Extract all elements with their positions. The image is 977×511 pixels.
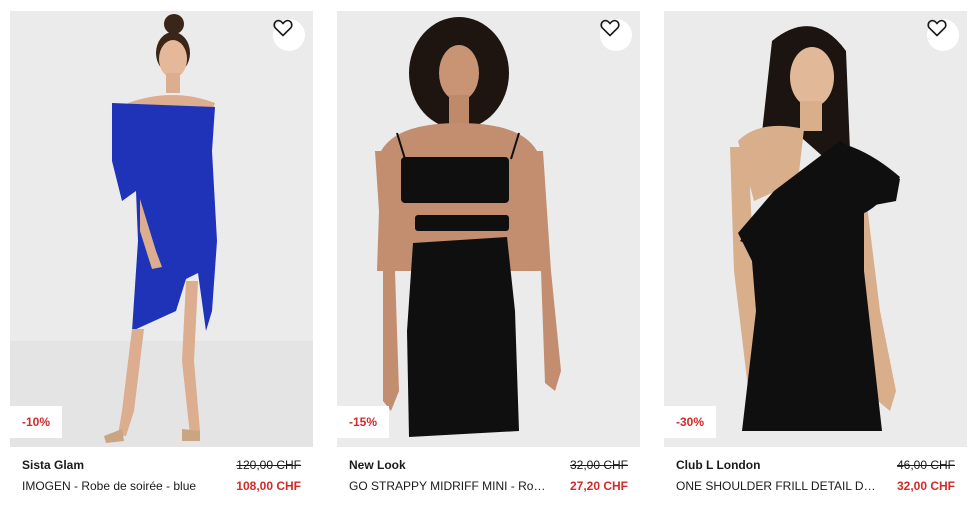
sale-price: 27,20 CHF: [569, 479, 628, 493]
wishlist-button[interactable]: [273, 19, 305, 51]
model-photo: [10, 11, 313, 447]
product-card[interactable]: -30% Club L London 46,00 CHF ONE SHOULDE…: [664, 11, 967, 506]
sale-price: 108,00 CHF: [236, 479, 301, 493]
model-photo: [337, 11, 640, 447]
brand-name[interactable]: Sista Glam: [22, 458, 84, 472]
product-name[interactable]: ONE SHOULDER FRILL DETAIL DRESS - Robe d…: [676, 479, 876, 493]
discount-badge: -10%: [10, 406, 63, 438]
brand-name[interactable]: New Look: [349, 458, 406, 472]
product-name[interactable]: GO STRAPPY MIDRIFF MINI - Robe de soirée…: [349, 479, 549, 493]
model-photo: [664, 11, 967, 447]
product-name[interactable]: IMOGEN - Robe de soirée - blue: [22, 479, 222, 493]
product-info: New Look 32,00 CHF GO STRAPPY MIDRIFF MI…: [349, 458, 628, 498]
product-image[interactable]: -30%: [664, 11, 967, 447]
product-info: Club L London 46,00 CHF ONE SHOULDER FRI…: [676, 458, 955, 498]
wishlist-button[interactable]: [600, 19, 632, 51]
wishlist-button[interactable]: [927, 19, 959, 51]
original-price: 32,00 CHF: [569, 458, 628, 472]
heart-icon: [600, 19, 620, 37]
heart-icon: [273, 19, 293, 37]
discount-badge: -30%: [664, 406, 717, 438]
product-card[interactable]: -15% New Look 32,00 CHF GO STRAPPY MIDRI…: [337, 11, 640, 506]
product-image[interactable]: -15%: [337, 11, 640, 447]
sale-price: 32,00 CHF: [896, 479, 955, 493]
product-info: Sista Glam 120,00 CHF IMOGEN - Robe de s…: [22, 458, 301, 498]
heart-icon: [927, 19, 947, 37]
brand-name[interactable]: Club L London: [676, 458, 760, 472]
product-image[interactable]: -10%: [10, 11, 313, 447]
product-card[interactable]: -10% Sista Glam 120,00 CHF IMOGEN - Robe…: [10, 11, 313, 506]
discount-badge: -15%: [337, 406, 390, 438]
original-price: 120,00 CHF: [236, 458, 301, 472]
original-price: 46,00 CHF: [896, 458, 955, 472]
